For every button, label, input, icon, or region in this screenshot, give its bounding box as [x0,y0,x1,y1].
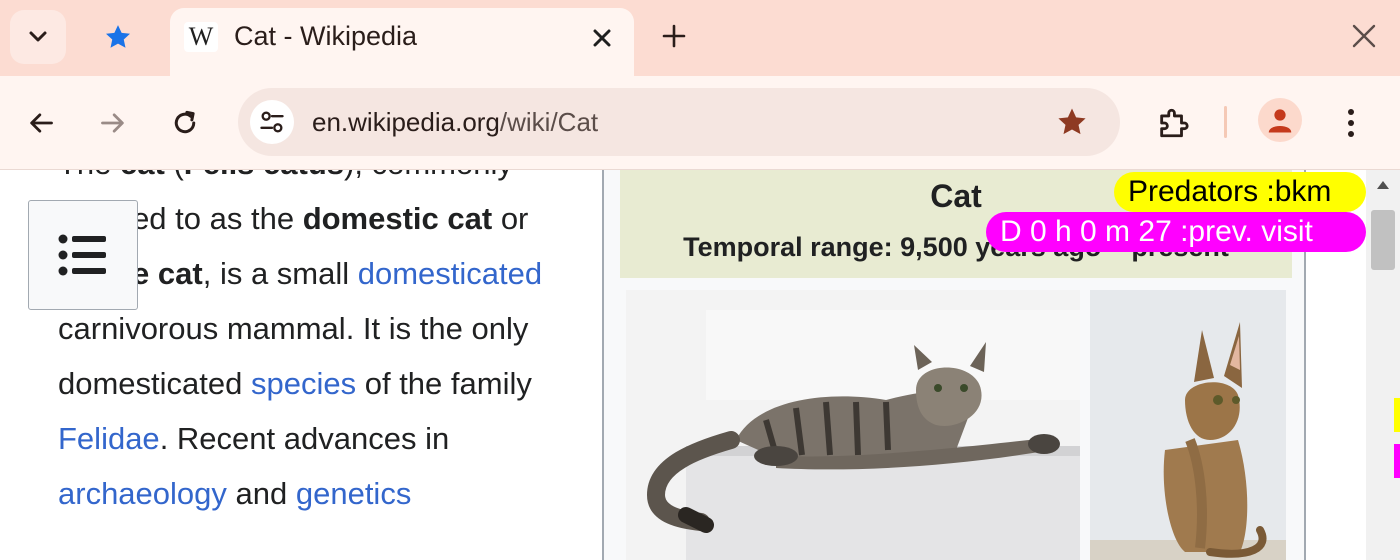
bookmark-button[interactable] [1050,102,1094,142]
tab-title: Cat - Wikipedia [234,21,418,51]
chevron-down-icon [29,31,47,42]
back-arrow-icon [30,113,53,133]
tab-search-button[interactable] [10,10,66,64]
extensions-button[interactable] [1148,98,1198,148]
prev-visit-overlay-badge: D 0 h 0 m 27 :prev. visit [986,212,1366,252]
person-icon [1268,109,1292,133]
article-bold: domestic cat [302,201,493,236]
link-domesticated[interactable]: domesticated [358,256,542,291]
article-text: , is a small [202,256,358,291]
link-felidae[interactable]: Felidae [58,421,160,456]
page-viewport: The cat (Felis catus), commonly referred… [0,170,1400,560]
close-icon [593,29,611,47]
article-bold: Felis catus [184,170,344,181]
scroll-up-button[interactable] [1374,176,1392,194]
triangle-up-icon [1377,181,1389,189]
site-info-button[interactable] [250,100,294,144]
address-bar[interactable]: en.wikipedia.org/wiki/Cat [238,88,1120,156]
browser-toolbar: en.wikipedia.org/wiki/Cat [0,76,1400,170]
article-text: or [492,201,529,236]
article-bold: cat [120,170,165,181]
plus-icon [662,24,686,48]
puzzle-icon [1160,108,1189,138]
article-text: of the family [356,366,532,401]
scroll-thumb[interactable] [1371,210,1395,270]
tune-icon [260,111,284,133]
table-of-contents-button[interactable] [28,200,138,310]
window-close-button[interactable] [1340,14,1388,58]
reload-icon [174,110,196,134]
link-genetics[interactable]: genetics [296,476,411,511]
url-host: en.wikipedia.org [312,107,500,137]
forward-button[interactable] [88,98,138,148]
more-vert-icon [1348,109,1354,137]
article-text: ( [165,170,183,181]
abyssinian-cat-image [1090,290,1286,560]
edge-highlight-marks [1394,398,1400,478]
predators-overlay-badge: Predators :bkm [1114,172,1366,212]
reload-button[interactable] [160,98,210,148]
star-filled-icon [1058,108,1086,135]
list-bullet-icon [58,234,106,276]
tab-strip: W Cat - Wikipedia [0,0,1400,76]
star-icon [106,25,130,48]
abyssinian-cat-photo[interactable] [1090,290,1286,560]
close-icon [1352,24,1376,48]
article-text: and [226,476,296,511]
pinned-tab[interactable] [88,10,148,64]
article-text: The [58,170,120,181]
tab-close-button[interactable] [584,22,620,54]
tabby-cat-image [626,290,1080,560]
link-species[interactable]: species [251,366,356,401]
article-text: . Recent advances in [159,421,450,456]
active-tab[interactable]: W Cat - Wikipedia [170,8,634,76]
url-path: /wiki/Cat [499,107,599,137]
vertical-scrollbar[interactable] [1366,170,1400,560]
tabby-cat-photo[interactable] [626,290,1080,560]
link-archaeology[interactable]: archaeology [58,476,227,511]
forward-arrow-icon [101,113,124,133]
wikipedia-favicon-icon: W [184,22,218,52]
toolbar-separator [1224,106,1227,138]
url-text[interactable]: en.wikipedia.org/wiki/Cat [312,107,598,138]
browser-menu-button[interactable] [1326,98,1376,148]
back-button[interactable] [16,98,66,148]
new-tab-button[interactable] [650,14,698,58]
profile-avatar[interactable] [1258,98,1302,142]
